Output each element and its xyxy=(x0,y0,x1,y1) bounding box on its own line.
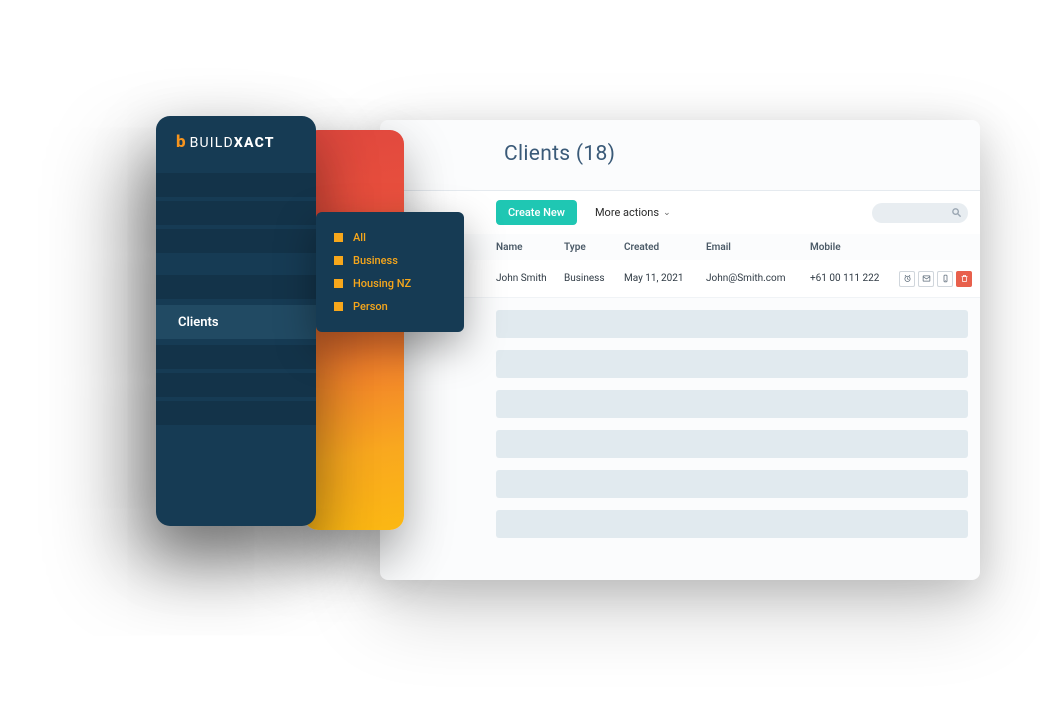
cell-name: John Smith xyxy=(496,273,564,284)
brand-wordmark: BUILDXACT xyxy=(190,135,275,151)
placeholder-row xyxy=(496,390,968,418)
placeholder-rows xyxy=(380,310,980,558)
panel-header: Clients (18) xyxy=(380,120,980,190)
cell-created: May 11, 2021 xyxy=(624,273,706,284)
sidebar-item[interactable] xyxy=(156,345,316,369)
checkbox-icon xyxy=(334,233,343,242)
sidebar-item[interactable] xyxy=(156,401,316,425)
placeholder-row xyxy=(496,470,968,498)
reminder-icon[interactable] xyxy=(899,271,915,287)
filter-label: Housing NZ xyxy=(353,277,411,290)
filter-item-housing-nz[interactable]: Housing NZ xyxy=(334,272,446,295)
filter-item-person[interactable]: Person xyxy=(334,295,446,318)
delete-icon[interactable] xyxy=(956,271,972,287)
toolbar: Create New More actions ⌄ xyxy=(380,190,980,234)
brand-logo[interactable]: b BUILDXACT xyxy=(156,134,316,169)
more-actions-dropdown[interactable]: More actions ⌄ xyxy=(595,206,671,219)
checkbox-icon xyxy=(334,302,343,311)
filter-popover: All Business Housing NZ Person xyxy=(316,212,464,332)
col-mobile[interactable]: Mobile xyxy=(810,242,910,253)
filter-label: Person xyxy=(353,300,388,313)
placeholder-row xyxy=(496,350,968,378)
page-title: Clients (18) xyxy=(504,142,956,166)
email-icon[interactable] xyxy=(918,271,934,287)
filter-item-all[interactable]: All xyxy=(334,226,446,249)
sidebar: b BUILDXACT Clients xyxy=(156,116,316,526)
more-actions-label: More actions xyxy=(595,206,659,219)
checkbox-icon xyxy=(334,256,343,265)
sidebar-item[interactable] xyxy=(156,275,316,299)
checkbox-icon xyxy=(334,279,343,288)
search-input[interactable] xyxy=(872,203,968,223)
chevron-down-icon: ⌄ xyxy=(663,208,671,218)
table-row[interactable]: John Smith Business May 11, 2021 John@Sm… xyxy=(380,260,980,298)
col-created[interactable]: Created xyxy=(624,242,706,253)
clients-panel: Clients (18) Create New More actions ⌄ N… xyxy=(380,120,980,580)
sidebar-item-label: Clients xyxy=(178,315,219,330)
sidebar-item[interactable] xyxy=(156,173,316,197)
col-type[interactable]: Type xyxy=(564,242,624,253)
col-name[interactable]: Name xyxy=(496,242,564,253)
cell-email: John@Smith.com xyxy=(706,273,810,284)
filter-label: Business xyxy=(353,254,398,267)
table-header: Name Type Created Email Mobile xyxy=(380,234,980,260)
search-icon xyxy=(951,207,962,218)
filter-label: All xyxy=(353,231,366,244)
create-new-button[interactable]: Create New xyxy=(496,200,577,225)
sidebar-item-clients[interactable]: Clients xyxy=(156,305,316,339)
col-email[interactable]: Email xyxy=(706,242,810,253)
phone-icon[interactable] xyxy=(937,271,953,287)
cell-mobile: +61 00 111 222 xyxy=(810,273,910,284)
sidebar-item[interactable] xyxy=(156,201,316,225)
row-actions xyxy=(899,271,972,287)
placeholder-row xyxy=(496,430,968,458)
cell-type: Business xyxy=(564,273,624,284)
sidebar-item[interactable] xyxy=(156,373,316,397)
filter-item-business[interactable]: Business xyxy=(334,249,446,272)
brand-mark-icon: b xyxy=(176,134,186,151)
placeholder-row xyxy=(496,310,968,338)
placeholder-row xyxy=(496,510,968,538)
sidebar-item[interactable] xyxy=(156,229,316,253)
